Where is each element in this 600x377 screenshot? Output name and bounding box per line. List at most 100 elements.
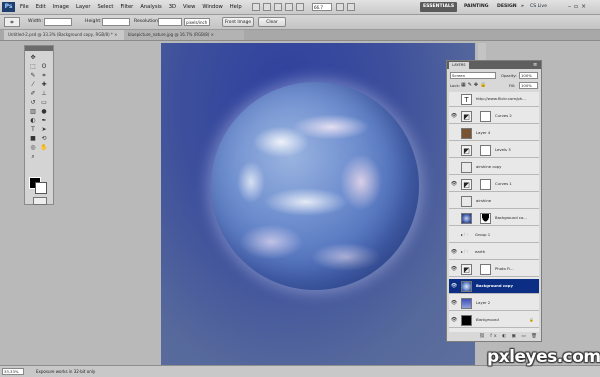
bridge-icon[interactable] — [252, 3, 260, 11]
layer-name: Levels 3 — [495, 147, 511, 152]
background-color-swatch[interactable] — [35, 182, 47, 194]
dodge-tool-icon[interactable]: ◐ — [29, 117, 37, 124]
visibility-eye-icon[interactable]: 👁 — [450, 283, 458, 290]
layer-row[interactable]: airshine copy — [449, 160, 539, 175]
move-tool-icon[interactable]: ✥ — [29, 54, 37, 61]
layer-row[interactable]: ◩ Levels 3 — [449, 143, 539, 158]
marquee-tool-icon[interactable]: ⬚ — [29, 63, 37, 70]
visibility-eye-icon[interactable] — [450, 130, 458, 137]
zoom-status-field[interactable]: 33.33% — [2, 368, 24, 375]
visibility-eye-icon[interactable]: 👁 — [450, 300, 458, 307]
opacity-field[interactable]: 100% — [519, 72, 538, 79]
layer-row[interactable]: 👁 ▸ 🗀 earth — [449, 245, 539, 260]
height-field[interactable] — [102, 18, 130, 26]
visibility-eye-icon[interactable] — [450, 215, 458, 222]
menu-edit[interactable]: Edit — [36, 4, 46, 10]
layer-row[interactable]: 👁 Background copy — [449, 279, 539, 294]
crop-tool-icon[interactable]: ⌗ — [40, 72, 48, 79]
visibility-eye-icon[interactable] — [450, 232, 458, 239]
menu-filter[interactable]: Filter — [120, 4, 133, 10]
tab-bluepicture[interactable]: bluepicture_nature.jpg @ 16.7% (RGB/8) × — [124, 30, 244, 40]
extras-icon[interactable] — [274, 3, 282, 11]
zoom-level-select[interactable]: 66.7 — [312, 3, 332, 11]
visibility-eye-icon[interactable] — [450, 147, 458, 154]
cs-live-button[interactable]: CS Live — [530, 2, 547, 12]
menu-help[interactable]: Help — [230, 4, 242, 10]
folder-icon[interactable]: ▸ 🗀 — [461, 232, 468, 239]
path-select-tool-icon[interactable]: ➤ — [40, 126, 48, 133]
3d-rotate-tool-icon[interactable]: ⟲ — [40, 135, 48, 142]
layer-row[interactable]: 👁 Layer 2 — [449, 296, 539, 311]
hand-tool-icon[interactable]: ✋ — [40, 144, 48, 151]
brush-tool-icon[interactable]: ✐ — [29, 90, 37, 97]
menu-3d[interactable]: 3D — [169, 4, 176, 10]
menu-file[interactable]: File — [20, 4, 29, 10]
front-image-button[interactable]: Front Image — [222, 17, 254, 27]
panel-menu-icon[interactable]: ≡ — [533, 61, 537, 69]
workspace-painting[interactable]: PAINTING — [461, 2, 492, 12]
layer-row[interactable]: airshine — [449, 194, 539, 209]
visibility-eye-icon[interactable]: 👁 — [450, 113, 458, 120]
menu-window[interactable]: Window — [202, 4, 222, 10]
eyedropper-tool-icon[interactable]: ⁄ — [29, 81, 37, 88]
3d-camera-tool-icon[interactable]: ◎ — [29, 144, 37, 151]
quick-mask-button[interactable] — [33, 197, 47, 205]
hand-tool-icon[interactable] — [296, 3, 304, 11]
layers-panel-header[interactable]: LAYERS ≡ — [447, 61, 541, 69]
layer-row[interactable]: Layer 4 — [449, 126, 539, 141]
healing-tool-icon[interactable]: ✚ — [40, 81, 48, 88]
menu-analysis[interactable]: Analysis — [140, 4, 161, 10]
tab-layers[interactable]: LAYERS — [449, 62, 469, 69]
layer-row[interactable]: Background co... — [449, 211, 539, 226]
clear-button[interactable]: Clear — [258, 17, 286, 27]
zoom-tool-icon[interactable] — [285, 3, 293, 11]
visibility-eye-icon[interactable] — [450, 164, 458, 171]
visibility-eye-icon[interactable] — [450, 198, 458, 205]
screen-mode-icon[interactable] — [347, 3, 355, 11]
clone-stamp-tool-icon[interactable]: ⊥ — [40, 90, 48, 97]
layer-row[interactable]: Thttp://www.flickr.com/ph... — [449, 92, 539, 107]
shape-tool-icon[interactable]: ■ — [29, 135, 37, 142]
fill-field[interactable]: 100% — [519, 82, 538, 89]
layer-row[interactable]: 👁 Background 🔒 — [449, 313, 539, 328]
layer-row[interactable]: 👁 ◩ Curves 1 — [449, 177, 539, 192]
gradient-tool-icon[interactable]: ▥ — [29, 108, 37, 115]
resolution-unit-select[interactable]: pixels/inch — [184, 18, 210, 26]
menu-layer[interactable]: Layer — [76, 4, 90, 10]
zoom-tool-icon[interactable]: ⌕ — [29, 153, 37, 160]
eraser-tool-icon[interactable]: ▭ — [40, 99, 48, 106]
workspace-design[interactable]: DESIGN — [494, 2, 520, 12]
width-field[interactable] — [44, 18, 72, 26]
layer-row[interactable]: 👁 ◩ Photo Fi... — [449, 262, 539, 277]
window-controls[interactable]: –▫× — [568, 1, 589, 12]
visibility-eye-icon[interactable]: 👁 — [450, 249, 458, 256]
layer-row[interactable]: ▸ 🗀 Group 1 — [449, 228, 539, 243]
crop-icon[interactable]: ⌗ — [4, 17, 20, 27]
visibility-eye-icon[interactable]: 👁 — [450, 317, 458, 324]
workspace-more-button[interactable]: » — [518, 2, 527, 12]
tools-panel-header[interactable] — [25, 46, 53, 51]
menu-select[interactable]: Select — [97, 4, 113, 10]
layer-row[interactable]: 👁 ◩ Curves 2 — [449, 109, 539, 124]
menu-view[interactable]: View — [183, 4, 195, 10]
document-canvas[interactable] — [161, 43, 475, 365]
blur-tool-icon[interactable]: ● — [40, 108, 48, 115]
menu-image[interactable]: Image — [53, 4, 69, 10]
quick-select-tool-icon[interactable]: ✎ — [29, 72, 37, 79]
lock-icons[interactable]: ▦✎✥🔒 — [461, 82, 488, 88]
tab-untitled-2[interactable]: Untitled-2.psd @ 33.3% (Background copy,… — [4, 30, 130, 40]
blend-mode-select[interactable]: Screen — [450, 72, 496, 79]
visibility-eye-icon[interactable]: 👁 — [450, 181, 458, 188]
folder-icon[interactable]: ▸ 🗀 — [461, 249, 468, 256]
lasso-tool-icon[interactable]: ʘ — [40, 63, 48, 70]
type-tool-icon[interactable]: T — [29, 126, 37, 133]
history-brush-tool-icon[interactable]: ↺ — [29, 99, 37, 106]
resolution-field[interactable] — [158, 18, 182, 26]
mini-bridge-icon[interactable] — [263, 3, 271, 11]
visibility-eye-icon[interactable] — [450, 96, 458, 103]
arrange-documents-icon[interactable] — [336, 3, 344, 11]
layer-panel-footer-icons[interactable]: ⛓ fx ◐ ▣ ▭ 🗑 — [449, 333, 539, 341]
workspace-essentials[interactable]: ESSENTIALS — [420, 2, 458, 12]
pen-tool-icon[interactable]: ✒ — [40, 117, 48, 124]
visibility-eye-icon[interactable]: 👁 — [450, 266, 458, 273]
